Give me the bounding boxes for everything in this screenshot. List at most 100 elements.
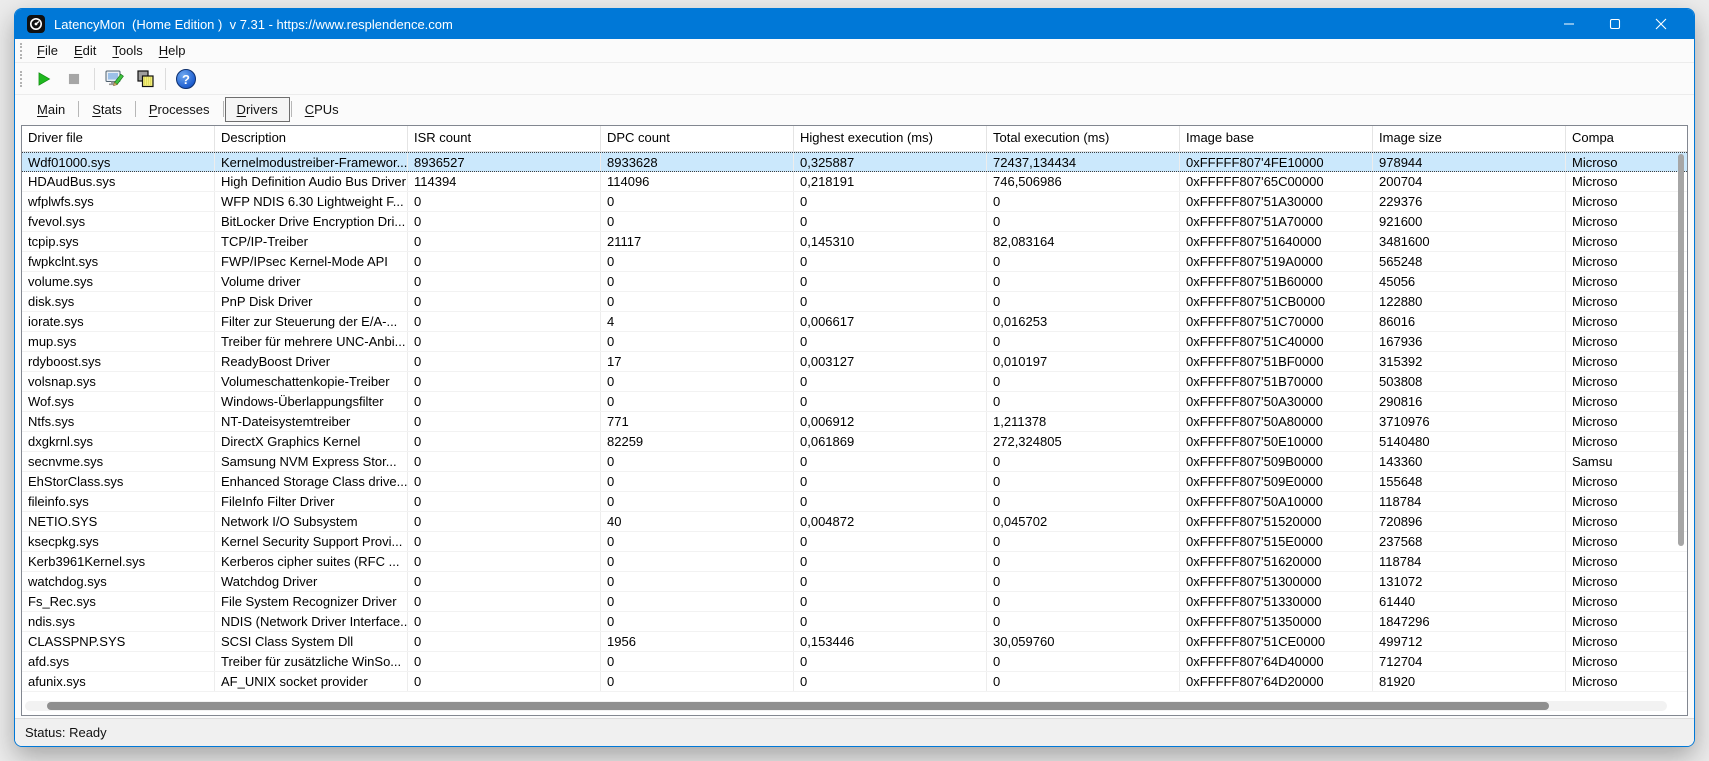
- cell: 72437,134434: [987, 153, 1180, 171]
- table-row[interactable]: afd.sys Treiber für zusätzliche WinSo... 0…: [22, 652, 1687, 672]
- column-header-company[interactable]: Compa: [1566, 126, 1687, 151]
- column-header-driver-file[interactable]: Driver file: [22, 126, 215, 151]
- tab-separator: [78, 101, 80, 117]
- windows-view-button[interactable]: [131, 66, 159, 92]
- cell: 0xFFFFF807'51CE0000: [1180, 632, 1373, 651]
- table-row[interactable]: CLASSPNP.SYS SCSI Class System Dll 0 1956 0,…: [22, 632, 1687, 652]
- table-row[interactable]: HDAudBus.sys High Definition Audio Bus Dr…: [22, 172, 1687, 192]
- table-row[interactable]: fvevol.sys BitLocker Drive Encryption Dri…: [22, 212, 1687, 232]
- close-button[interactable]: [1638, 9, 1684, 39]
- tab-cpus[interactable]: CPUs: [293, 97, 351, 122]
- cell: 0xFFFFF807'50A30000: [1180, 392, 1373, 411]
- table-row[interactable]: Wdf01000.sys Kernelmodustreiber-Framewor.…: [22, 152, 1687, 172]
- cell: Microso: [1572, 634, 1618, 649]
- table-row[interactable]: fileinfo.sys FileInfo Filter Driver 0 0 0 0 0x…: [22, 492, 1687, 512]
- table-row[interactable]: Ntfs.sys NT-Dateisystemtreiber 0 771 0,00691…: [22, 412, 1687, 432]
- tab-drivers[interactable]: Drivers: [224, 96, 290, 122]
- table-row[interactable]: mup.sys Treiber für mehrere UNC-Anbi... 0 0…: [22, 332, 1687, 352]
- cell: 0,145310: [794, 232, 987, 251]
- menu-tools[interactable]: Tools: [104, 41, 150, 60]
- menu-file[interactable]: File: [29, 41, 66, 60]
- cell: 0: [408, 392, 601, 411]
- column-header-highest-execution[interactable]: Highest execution (ms): [794, 126, 987, 151]
- column-header-description[interactable]: Description: [215, 126, 408, 151]
- cell: 0,003127: [794, 352, 987, 371]
- column-header-dpc-count[interactable]: DPC count: [601, 126, 794, 151]
- minimize-button[interactable]: [1546, 9, 1592, 39]
- table-row[interactable]: tcpip.sys TCP/IP-Treiber 0 21117 0,145310 82,…: [22, 232, 1687, 252]
- stop-icon: [68, 73, 80, 84]
- cell: 0,218191: [794, 172, 987, 191]
- toolbar: ?: [15, 63, 1694, 95]
- cell: Kernelmodustreiber-Framewor...: [215, 153, 408, 171]
- maximize-button[interactable]: [1592, 9, 1638, 39]
- table-row[interactable]: volume.sys Volume driver 0 0 0 0 0xFFFFF807'51…: [22, 272, 1687, 292]
- app-window: LatencyMon (Home Edition ) v 7.31 - http…: [14, 8, 1695, 747]
- cell: fileinfo.sys: [22, 492, 215, 511]
- menu-edit[interactable]: Edit: [66, 41, 104, 60]
- system-report-button[interactable]: [101, 66, 129, 92]
- table-row[interactable]: ndis.sys NDIS (Network Driver Interface..…: [22, 612, 1687, 632]
- column-header-image-base[interactable]: Image base: [1180, 126, 1373, 151]
- table-row[interactable]: wfplwfs.sys WFP NDIS 6.30 Lightweight F..…: [22, 192, 1687, 212]
- cell: Microso: [1572, 294, 1618, 309]
- cell: volsnap.sys: [22, 372, 215, 391]
- cell: Microso: [1572, 594, 1618, 609]
- cell: WFP NDIS 6.30 Lightweight F...: [215, 192, 408, 211]
- help-button[interactable]: ?: [172, 66, 200, 92]
- cell: 0: [794, 532, 987, 551]
- cell: Microso: [1572, 354, 1618, 369]
- table-row[interactable]: disk.sys PnP Disk Driver 0 0 0 0 0xFFFFF807'51…: [22, 292, 1687, 312]
- cell: 0: [408, 472, 601, 491]
- tab-processes[interactable]: Processes: [137, 97, 222, 122]
- table-row[interactable]: watchdog.sys Watchdog Driver 0 0 0 0 0xFFFFF80…: [22, 572, 1687, 592]
- table-row[interactable]: Wof.sys Windows-Überlappungsfilter 0 0 0 0 0xF…: [22, 392, 1687, 412]
- column-header-image-size[interactable]: Image size: [1373, 126, 1566, 151]
- cell: 0xFFFFF807'64D40000: [1180, 652, 1373, 671]
- column-header-total-execution[interactable]: Total execution (ms): [987, 126, 1180, 151]
- table-row[interactable]: EhStorClass.sys Enhanced Storage Class dr…: [22, 472, 1687, 492]
- table-row[interactable]: iorate.sys Filter zur Steuerung der E/A-.…: [22, 312, 1687, 332]
- cell: 746,506986: [987, 172, 1180, 191]
- cell: Microso: [1572, 174, 1618, 189]
- menu-help[interactable]: Help: [151, 41, 194, 60]
- stop-monitor-button[interactable]: [60, 66, 88, 92]
- table-row[interactable]: volsnap.sys Volumeschattenkopie-Treiber 0 0…: [22, 372, 1687, 392]
- tab-stats[interactable]: Stats: [80, 97, 134, 122]
- title-bar[interactable]: LatencyMon (Home Edition ) v 7.31 - http…: [15, 9, 1694, 39]
- horizontal-scrollbar-thumb[interactable]: [47, 702, 1549, 710]
- cell: BitLocker Drive Encryption Dri...: [215, 212, 408, 231]
- cell: 0xFFFFF807'515E0000: [1180, 532, 1373, 551]
- cell: Microso: [1572, 434, 1618, 449]
- column-header-isr-count[interactable]: ISR count: [408, 126, 601, 151]
- cell: 0: [987, 292, 1180, 311]
- cell: 0xFFFFF807'51A70000: [1180, 212, 1373, 231]
- cell: 0: [408, 232, 601, 251]
- tab-main[interactable]: Main: [25, 97, 77, 122]
- table-body: Wdf01000.sys Kernelmodustreiber-Framewor.…: [22, 152, 1687, 715]
- cell: 0: [601, 552, 794, 571]
- start-monitor-button[interactable]: [30, 66, 58, 92]
- cell: 0: [794, 332, 987, 351]
- table-row[interactable]: dxgkrnl.sys DirectX Graphics Kernel 0 82259…: [22, 432, 1687, 452]
- table-row[interactable]: Fs_Rec.sys File System Recognizer Driver 0…: [22, 592, 1687, 612]
- cell: 0xFFFFF807'51B60000: [1180, 272, 1373, 291]
- table-row[interactable]: secnvme.sys Samsung NVM Express Stor... 0 0…: [22, 452, 1687, 472]
- cell: 0: [408, 212, 601, 231]
- table-row[interactable]: NETIO.SYS Network I/O Subsystem 0 40 0,00487…: [22, 512, 1687, 532]
- horizontal-scrollbar[interactable]: [25, 701, 1667, 711]
- table-row[interactable]: fwpkclnt.sys FWP/IPsec Kernel-Mode API 0 0 0…: [22, 252, 1687, 272]
- cell: Microso: [1572, 234, 1618, 249]
- vertical-scrollbar[interactable]: [1677, 152, 1686, 697]
- table-row[interactable]: afunix.sys AF_UNIX socket provider 0 0 0 0 0xF…: [22, 672, 1687, 692]
- vertical-scrollbar-thumb[interactable]: [1678, 154, 1684, 547]
- cell: Microso: [1572, 574, 1618, 589]
- table-row[interactable]: rdyboost.sys ReadyBoost Driver 0 17 0,003127…: [22, 352, 1687, 372]
- cell: 1956: [601, 632, 794, 651]
- cell: 0xFFFFF807'519A0000: [1180, 252, 1373, 271]
- cell: 0: [408, 612, 601, 631]
- table-row[interactable]: ksecpkg.sys Kernel Security Support Provi…: [22, 532, 1687, 552]
- table-row[interactable]: Kerb3961Kernel.sys Kerberos cipher suites…: [22, 552, 1687, 572]
- cell: 0,006912: [794, 412, 987, 431]
- cell: 0: [794, 452, 987, 471]
